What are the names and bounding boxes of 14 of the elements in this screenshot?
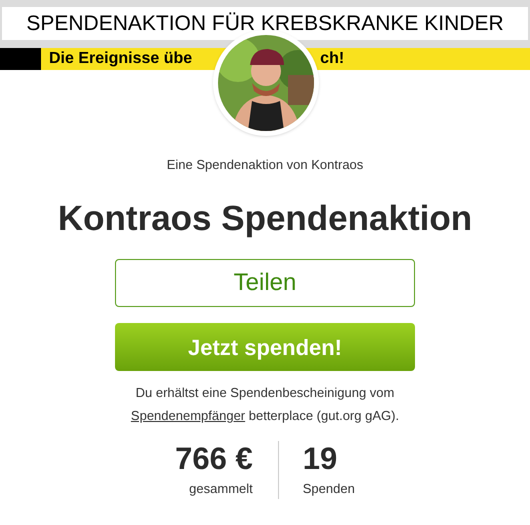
stat-label: gesammelt xyxy=(189,480,253,498)
donate-button[interactable]: Jetzt spenden! xyxy=(115,323,415,371)
receipt-note: Du erhältst eine Spendenbescheinigung vom Spendenempfänger betterplace (gut.org gAG). xyxy=(130,384,400,425)
stat-value: 766 € xyxy=(175,441,253,477)
organizer-line: Eine Spendenaktion von Kontraos xyxy=(166,156,364,174)
banner-headline: SPENDENAKTION FÜR KREBSKRANKE KINDER xyxy=(26,10,504,37)
banner-subline: Die Ereignisse übe xyxy=(49,49,192,69)
campaign-title: Kontraos Spendenaktion xyxy=(58,198,472,240)
stat-value: 19 xyxy=(302,441,338,477)
stat-label: Spenden xyxy=(302,480,355,498)
banner-subline: ch! xyxy=(320,49,344,69)
banner-accent xyxy=(0,48,41,70)
recipient-link[interactable]: Spendenempfänger xyxy=(130,408,246,423)
share-button[interactable]: Teilen xyxy=(115,259,415,307)
